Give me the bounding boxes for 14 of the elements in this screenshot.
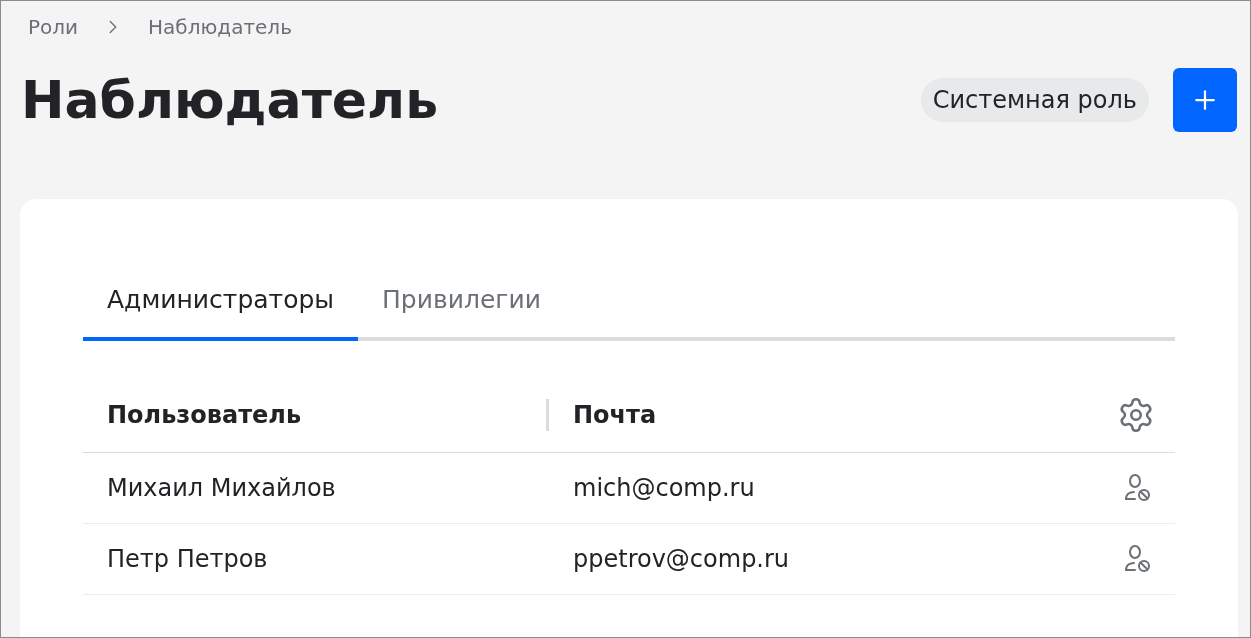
table-cell-text: Петр Петров <box>106 543 269 575</box>
tab[interactable]: Привилегии <box>358 281 565 341</box>
table-cell-text: Михаил Михайлов <box>106 472 337 504</box>
add-button[interactable] <box>1173 68 1237 132</box>
page-title: Наблюдатель <box>21 74 438 126</box>
tab[interactable]: Администраторы <box>83 281 359 341</box>
role-tag: Системная роль <box>920 78 1149 122</box>
breadcrumb-item[interactable]: Роли <box>28 12 79 42</box>
column-header: Пользователь <box>107 400 302 431</box>
settings-icon[interactable] <box>1117 396 1155 434</box>
table-cell-text: ppetrov@comp.ru <box>572 543 791 575</box>
column-header: Почта <box>572 400 658 431</box>
breadcrumb-item: Наблюдатель <box>148 14 292 41</box>
table-cell-text: mich@comp.ru <box>572 472 756 504</box>
